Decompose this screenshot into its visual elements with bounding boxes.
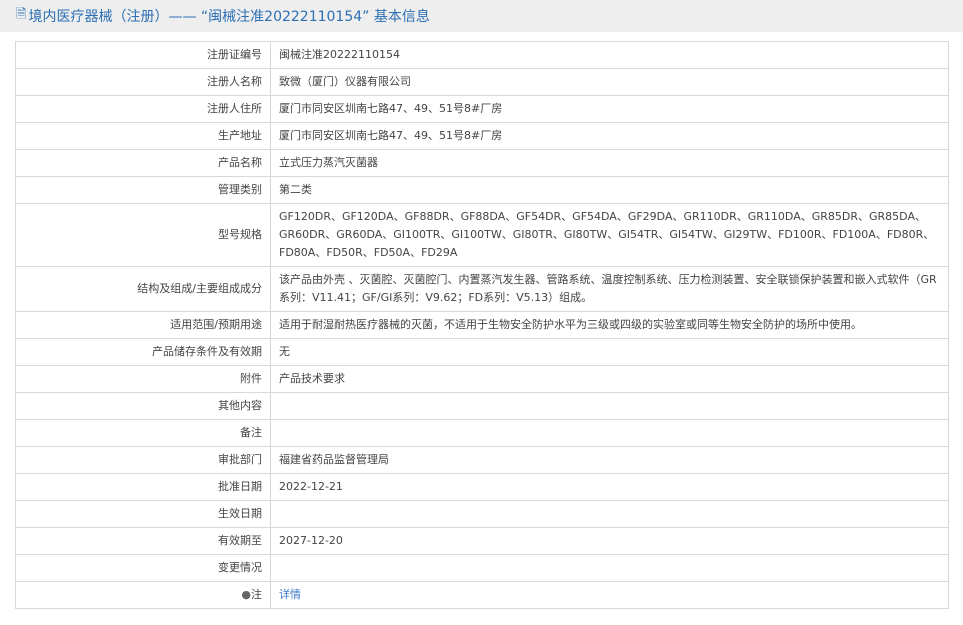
note-value-cell: 详情 bbox=[270, 581, 949, 609]
row-value: 厦门市同安区圳南七路47、49、51号8#厂房 bbox=[270, 122, 949, 150]
table-row: 备注 bbox=[15, 419, 949, 447]
row-label: 注册证编号 bbox=[15, 41, 271, 69]
row-label: 结构及组成/主要组成成分 bbox=[15, 266, 271, 312]
table-row: 其他内容 bbox=[15, 392, 949, 420]
note-label-cell: ●注 bbox=[15, 581, 271, 609]
row-value: 该产品由外壳 、灭菌腔、灭菌腔门、内置蒸汽发生器、管路系统、温度控制系统、压力检… bbox=[270, 266, 949, 312]
row-value: 立式压力蒸汽灭菌器 bbox=[270, 149, 949, 177]
row-value: 适用于耐湿耐热医疗器械的灭菌，不适用于生物安全防护水平为三级或四级的实验室或同等… bbox=[270, 311, 949, 339]
row-label: 产品储存条件及有效期 bbox=[15, 338, 271, 366]
row-value: 产品技术要求 bbox=[270, 365, 949, 393]
table-row: 产品储存条件及有效期无 bbox=[15, 338, 949, 366]
table-row: 附件 产品技术要求 bbox=[15, 365, 949, 393]
table-row: 型号规格 GF120DR、GF120DA、GF88DR、GF88DA、GF54DR… bbox=[15, 203, 949, 267]
row-label: 生效日期 bbox=[15, 500, 271, 528]
table-row: 结构及组成/主要组成成分 该产品由外壳 、灭菌腔、灭菌腔门、内置蒸汽发生器、管路系… bbox=[15, 266, 949, 312]
table-row: 管理类别 第二类 bbox=[15, 176, 949, 204]
row-label: 生产地址 bbox=[15, 122, 271, 150]
row-value: 致微（厦门）仪器有限公司 bbox=[270, 68, 949, 96]
document-icon: 🗎 bbox=[16, 7, 27, 22]
table-row: 适用范围/预期用途 适用于耐湿耐热医疗器械的灭菌，不适用于生物安全防护水平为三级或… bbox=[15, 311, 949, 339]
note-label: 注 bbox=[251, 588, 262, 601]
table-row: 注册人名称 致微（厦门）仪器有限公司 bbox=[15, 68, 949, 96]
row-label: 附件 bbox=[15, 365, 271, 393]
row-value: 无 bbox=[270, 338, 949, 366]
row-label: 注册人住所 bbox=[15, 95, 271, 123]
pin-icon: ● bbox=[241, 588, 251, 601]
row-label: 型号规格 bbox=[15, 203, 271, 267]
row-value bbox=[270, 500, 949, 528]
note-row: ●注 详情 bbox=[15, 581, 949, 609]
row-value: 厦门市同安区圳南七路47、49、51号8#厂房 bbox=[270, 95, 949, 123]
row-label: 管理类别 bbox=[15, 176, 271, 204]
row-label: 有效期至 bbox=[15, 527, 271, 555]
table-row: 注册人住所 厦门市同安区圳南七路47、49、51号8#厂房 bbox=[15, 95, 949, 123]
table-row: 变更情况 bbox=[15, 554, 949, 582]
row-value bbox=[270, 419, 949, 447]
details-link[interactable]: 详情 bbox=[279, 588, 301, 601]
table-row: 审批部门 福建省药品监督管理局 bbox=[15, 446, 949, 474]
row-label: 产品名称 bbox=[15, 149, 271, 177]
row-value bbox=[270, 554, 949, 582]
page-header: 🗎 境内医疗器械（注册）—— “闽械注准20222110154” 基本信息 bbox=[0, 0, 963, 32]
info-table: 注册证编号 闽械注准20222110154 注册人名称 致微（厦门）仪器有限公司 注册人… bbox=[15, 41, 949, 609]
row-value: 2027-12-20 bbox=[270, 527, 949, 555]
row-label: 注册人名称 bbox=[15, 68, 271, 96]
row-label: 备注 bbox=[15, 419, 271, 447]
row-value: GF120DR、GF120DA、GF88DR、GF88DA、GF54DR、GF5… bbox=[270, 203, 949, 267]
table-row: 生产地址 厦门市同安区圳南七路47、49、51号8#厂房 bbox=[15, 122, 949, 150]
row-value: 第二类 bbox=[270, 176, 949, 204]
row-label: 变更情况 bbox=[15, 554, 271, 582]
row-label: 审批部门 bbox=[15, 446, 271, 474]
table-row: 产品名称 立式压力蒸汽灭菌器 bbox=[15, 149, 949, 177]
table-row: 注册证编号 闽械注准20222110154 bbox=[15, 41, 949, 69]
row-label: 其他内容 bbox=[15, 392, 271, 420]
table-row: 生效日期 bbox=[15, 500, 949, 528]
table-row: 批准日期 2022-12-21 bbox=[15, 473, 949, 501]
page-title: 境内医疗器械（注册）—— “闽械注准20222110154” 基本信息 bbox=[28, 9, 430, 25]
row-value: 闽械注准20222110154 bbox=[270, 41, 949, 69]
row-label: 适用范围/预期用途 bbox=[15, 311, 271, 339]
row-value bbox=[270, 392, 949, 420]
row-value: 2022-12-21 bbox=[270, 473, 949, 501]
table-row: 有效期至 2027-12-20 bbox=[15, 527, 949, 555]
row-value: 福建省药品监督管理局 bbox=[270, 446, 949, 474]
row-label: 批准日期 bbox=[15, 473, 271, 501]
